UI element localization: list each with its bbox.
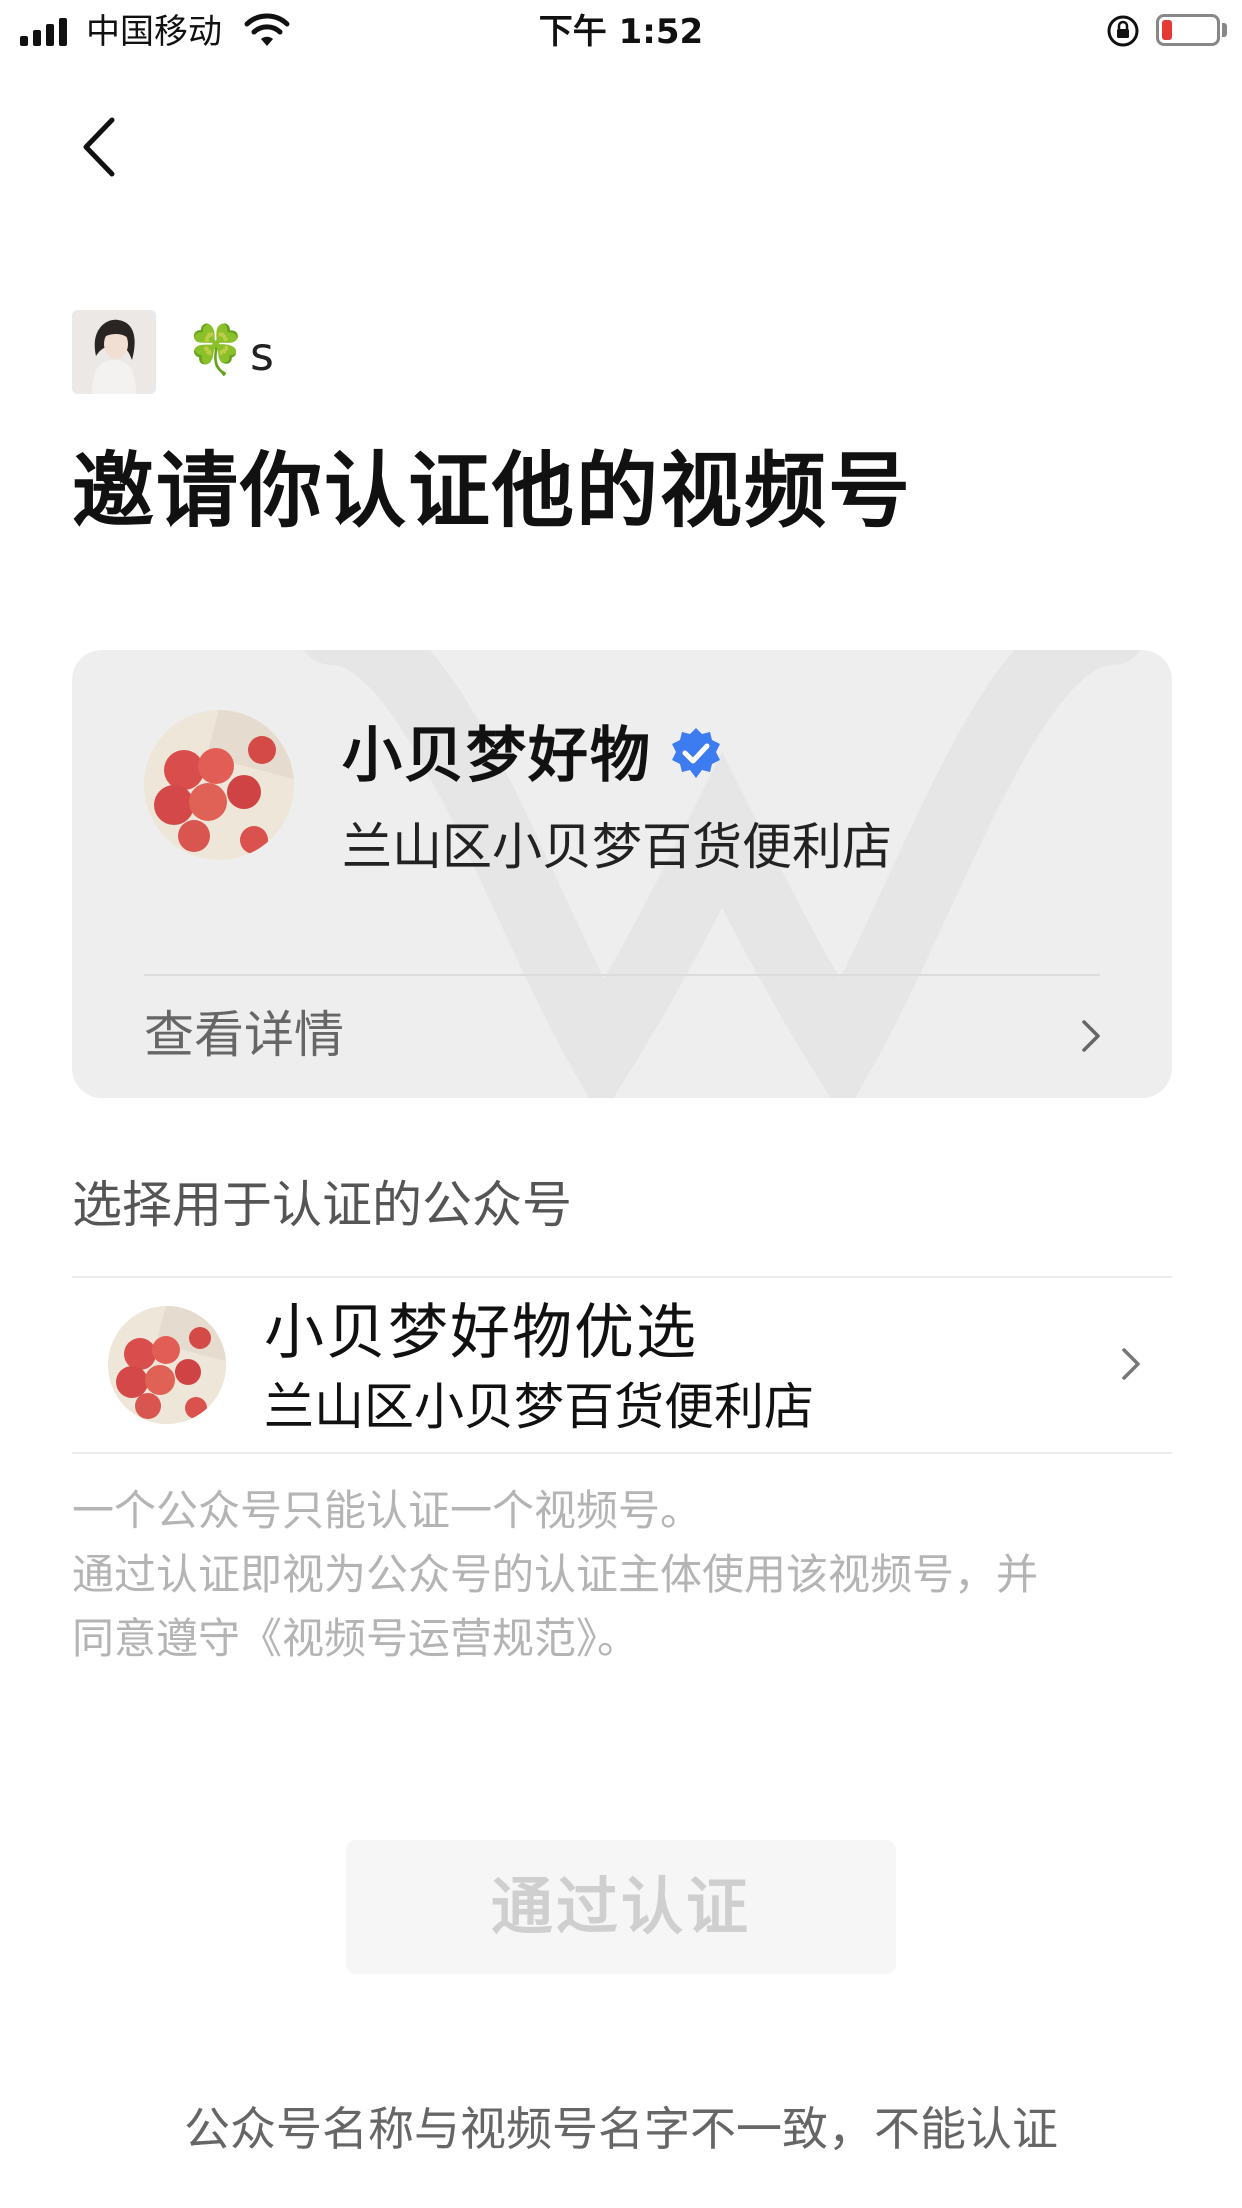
- official-account-subtitle: 兰山区小贝梦百货便利店: [264, 1378, 814, 1436]
- channel-subtitle: 兰山区小贝梦百货便利店: [342, 818, 892, 876]
- status-bar: 中国移动 下午 1:52: [0, 0, 1242, 64]
- inviter-avatar: [72, 310, 156, 394]
- note-line[interactable]: 同意遵守《视频号运营规范》。: [72, 1608, 1172, 1670]
- official-account-avatar: [108, 1306, 226, 1424]
- chevron-right-icon[interactable]: [1116, 1342, 1146, 1386]
- name-mismatch-warning: 公众号名称与视频号名字不一致，不能认证: [184, 2102, 1058, 2156]
- view-details-link[interactable]: 查看详情: [144, 1000, 344, 1070]
- battery-level: [1162, 20, 1172, 40]
- rotation-lock-icon: [1107, 15, 1139, 47]
- note-line: 通过认证即视为公众号的认证主体使用该视频号，并: [72, 1550, 1039, 1599]
- clover-emoji: 🍀: [186, 322, 246, 378]
- inviter-name: s: [250, 327, 274, 381]
- divider: [72, 1452, 1172, 1454]
- status-time: 下午 1:52: [538, 12, 704, 52]
- back-chevron-icon[interactable]: [72, 112, 128, 182]
- battery-cap: [1222, 23, 1227, 37]
- channel-name: 小贝梦好物: [342, 721, 652, 791]
- section-title: 选择用于认证的公众号: [72, 1176, 572, 1234]
- channel-avatar: [144, 710, 294, 860]
- page-title: 邀请你认证他的视频号: [72, 444, 913, 539]
- verified-badge-icon: [672, 728, 720, 778]
- channel-card: 小贝梦好物 兰山区小贝梦百货便利店 查看详情: [72, 650, 1172, 1098]
- official-account-row[interactable]: 小贝梦好物优选 兰山区小贝梦百货便利店: [72, 1278, 1172, 1452]
- chevron-right-icon[interactable]: [1076, 1014, 1106, 1058]
- note-line: 一个公众号只能认证一个视频号。: [72, 1486, 703, 1535]
- pass-verification-button[interactable]: 通过认证: [346, 1840, 896, 1974]
- official-account-name: 小贝梦好物优选: [264, 1298, 698, 1368]
- card-divider: [144, 974, 1100, 976]
